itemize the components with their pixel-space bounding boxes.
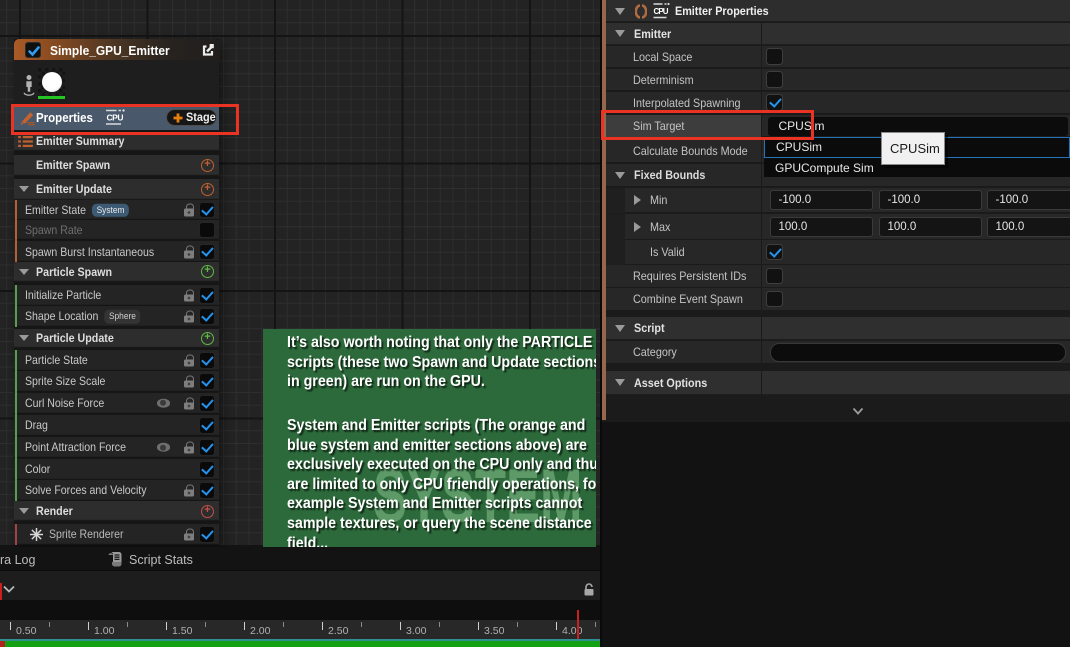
svg-text:CPU: CPU bbox=[653, 7, 668, 16]
